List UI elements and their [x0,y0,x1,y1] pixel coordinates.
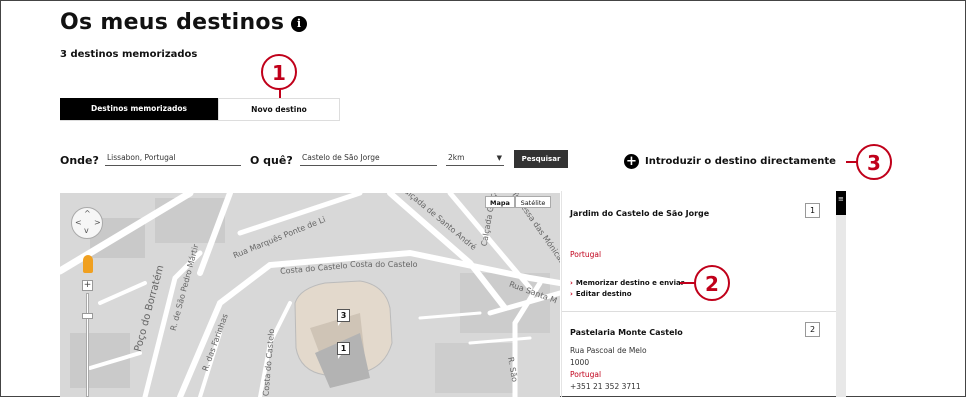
destination-title[interactable]: Jardim do Castelo de São Jorge [570,209,709,218]
tab-divider [60,120,340,121]
save-and-send-label: Memorizar destino e enviar [575,279,685,287]
destination-country: Portugal [570,250,602,259]
edit-destination-link[interactable]: › Editar destino [570,290,632,298]
destination-country: Portugal [570,370,602,379]
map-type-satellite[interactable]: Satélite [515,196,551,208]
destination-phone: +351 21 352 3711 [570,382,641,391]
map-type-map[interactable]: Mapa [485,196,515,208]
pan-control[interactable]: ^ < > v [71,207,103,239]
map[interactable]: Rua Marquês Ponte de Li Calçada de Santo… [60,193,560,397]
where-label: Onde? [60,154,99,167]
pan-up-icon[interactable]: ^ [84,209,91,218]
tab-new-destination[interactable]: Novo destino [218,98,340,120]
callout-1: 1 [261,54,297,90]
radius-value: 2km [448,153,465,162]
map-marker-1[interactable]: 1 [337,342,350,355]
save-and-send-link[interactable]: › Memorizar destino e enviar [570,279,684,287]
destination-postal: 1000 [570,358,590,367]
zoom-handle[interactable] [82,313,93,319]
callout-2: 2 [694,265,730,301]
saved-count: 3 destinos memorizados [60,49,198,60]
destination-title[interactable]: Pastelaria Monte Castelo [570,328,683,337]
map-marker-1-tail [338,355,341,359]
zoom-in-button[interactable]: + [82,280,93,291]
tab-saved-destinations[interactable]: Destinos memorizados [60,98,218,120]
destination-street: Rua Pascoal de Melo [570,346,647,355]
what-label: O quê? [250,154,293,167]
destination-badge: 2 [805,322,820,337]
scrollbar-thumb[interactable] [836,191,846,215]
map-marker-3-tail [338,322,341,326]
page-title: Os meus destinos [60,10,285,35]
info-icon[interactable]: i [291,16,307,32]
list-scrollbar[interactable] [836,191,846,397]
radius-select[interactable]: 2km ▼ [446,151,504,166]
edit-destination-label: Editar destino [575,290,632,298]
zoom-slider[interactable] [86,293,89,397]
callout-3: 3 [856,144,892,180]
what-input[interactable]: Castelo de São Jorge [300,151,437,166]
where-input[interactable]: Lissabon, Portugal [105,151,241,166]
enter-destination-directly-link[interactable]: Introduzir o destino directamente [645,156,836,167]
plus-icon[interactable]: + [624,154,639,169]
pan-left-icon[interactable]: < [75,218,82,227]
chevron-right-icon: › [570,290,573,298]
map-marker-3[interactable]: 3 [337,309,350,322]
chevron-down-icon: ▼ [496,154,502,162]
pan-down-icon[interactable]: v [84,226,89,235]
list-divider [562,311,837,312]
chevron-right-icon: › [570,279,573,287]
destination-badge: 1 [805,203,820,218]
street-view-pegman-icon[interactable] [83,255,93,273]
search-button[interactable]: Pesquisar [514,150,568,168]
street-label: Costa do Castelo [350,260,418,269]
pan-right-icon[interactable]: > [94,218,101,227]
